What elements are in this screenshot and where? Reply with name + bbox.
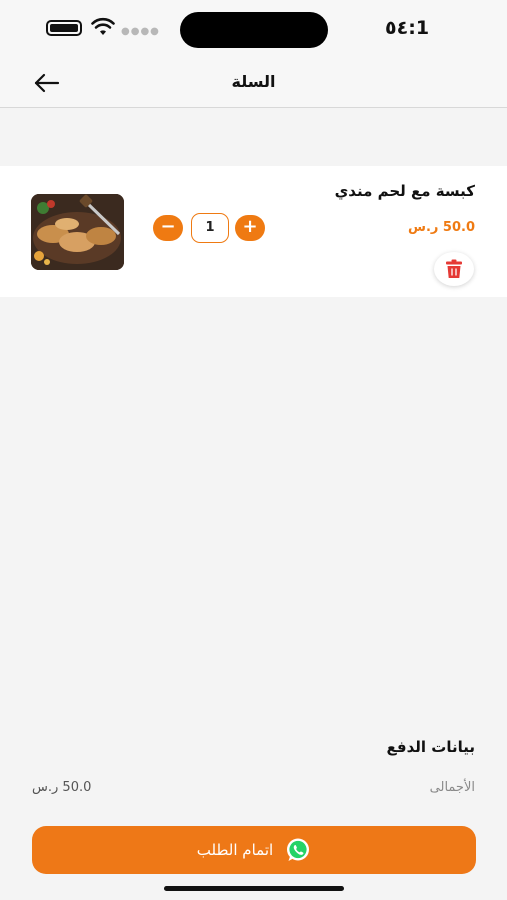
- total-label: الأجمالى: [429, 780, 475, 795]
- trash-icon: [446, 259, 462, 278]
- status-time: 1:٥٤: [385, 17, 430, 39]
- wifi-icon: [91, 17, 115, 35]
- battery-icon: [46, 20, 82, 36]
- cart-item: كبسة مع لحم مندي 50.0 ر.س − 1 +: [0, 166, 507, 297]
- home-indicator: [164, 886, 344, 891]
- dynamic-island: [180, 12, 328, 48]
- quantity-value: 1: [191, 213, 229, 243]
- arrow-left-icon: [34, 73, 60, 93]
- item-price: 50.0 ر.س: [408, 220, 475, 235]
- back-button[interactable]: [32, 70, 62, 96]
- nav-bar: السلة: [0, 62, 507, 108]
- decrease-quantity-button[interactable]: −: [153, 215, 183, 241]
- quantity-stepper: − 1 +: [153, 213, 268, 243]
- item-name: كبسة مع لحم مندي: [334, 182, 475, 200]
- increase-quantity-button[interactable]: +: [235, 215, 265, 241]
- food-photo: [31, 194, 124, 270]
- delete-item-button[interactable]: [434, 252, 474, 286]
- checkout-label: اتمام الطلب: [196, 841, 274, 859]
- payment-section-title: بيانات الدفع: [386, 738, 475, 756]
- checkout-button[interactable]: اتمام الطلب: [32, 826, 476, 874]
- page-title: السلة: [231, 72, 276, 91]
- status-bar: ●●●● 1:٥٤: [0, 0, 507, 62]
- signal-icon: ●●●●: [121, 26, 160, 37]
- total-value: 50.0 ر.س: [32, 780, 92, 795]
- whatsapp-icon: [287, 838, 310, 861]
